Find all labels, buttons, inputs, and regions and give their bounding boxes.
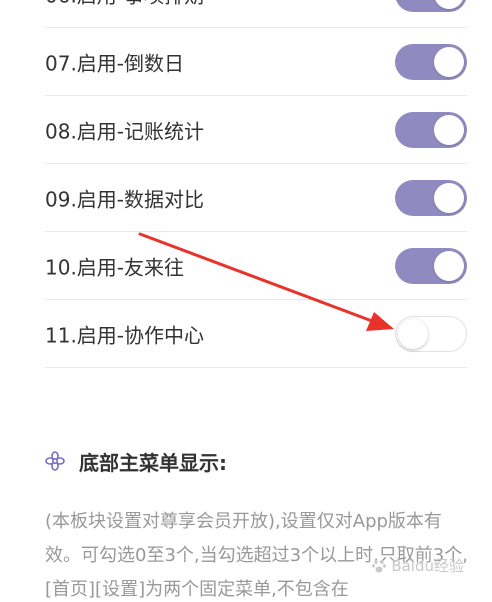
setting-label: 06.启用-事项排期 <box>45 0 204 8</box>
setting-label: 10.启用-友来往 <box>45 255 185 279</box>
section-description: (本板块设置对尊享会员开放),设置仅对App版本有效。可勾选0至3个,当勾选超过… <box>45 511 468 600</box>
feature-toggle-list: 06.启用-事项排期 07.启用-倒数日 08.启用-记账统计 09.启用-数据… <box>45 0 467 368</box>
toggle-switch-06[interactable] <box>395 0 467 12</box>
setting-row-10: 10.启用-友来往 <box>45 232 467 300</box>
toggle-switch-11[interactable] <box>395 315 467 352</box>
toggle-switch-08[interactable] <box>395 111 467 148</box>
setting-row-07: 07.启用-倒数日 <box>45 28 467 96</box>
settings-page: 06.启用-事项排期 07.启用-倒数日 08.启用-记账统计 09.启用-数据… <box>0 0 492 602</box>
setting-row-08: 08.启用-记账统计 <box>45 96 467 164</box>
toggle-switch-09[interactable] <box>395 179 467 216</box>
watermark-text: Baidu经验 <box>391 557 464 575</box>
toggle-knob <box>398 318 428 349</box>
setting-row-06: 06.启用-事项排期 <box>45 0 467 28</box>
setting-label: 09.启用-数据对比 <box>45 187 205 211</box>
setting-row-09: 09.启用-数据对比 <box>45 164 467 232</box>
toggle-knob <box>434 250 464 281</box>
toggle-knob <box>434 114 464 145</box>
toggle-switch-07[interactable] <box>395 43 467 80</box>
setting-label: 11.启用-协作中心 <box>45 323 205 347</box>
toggle-switch-10[interactable] <box>395 247 467 284</box>
section-header: 底部主菜单显示: <box>45 446 227 476</box>
setting-row-11: 11.启用-协作中心 <box>45 300 467 368</box>
toggle-knob <box>434 182 464 213</box>
setting-label: 08.启用-记账统计 <box>45 119 205 143</box>
baidu-watermark: Baidu经验 <box>371 555 464 576</box>
toggle-knob <box>434 0 464 9</box>
flower-icon <box>45 451 65 471</box>
toggle-knob <box>434 46 464 77</box>
section-title: 底部主菜单显示: <box>79 450 227 475</box>
setting-label: 07.启用-倒数日 <box>45 51 185 75</box>
paw-logo-icon <box>372 559 387 572</box>
